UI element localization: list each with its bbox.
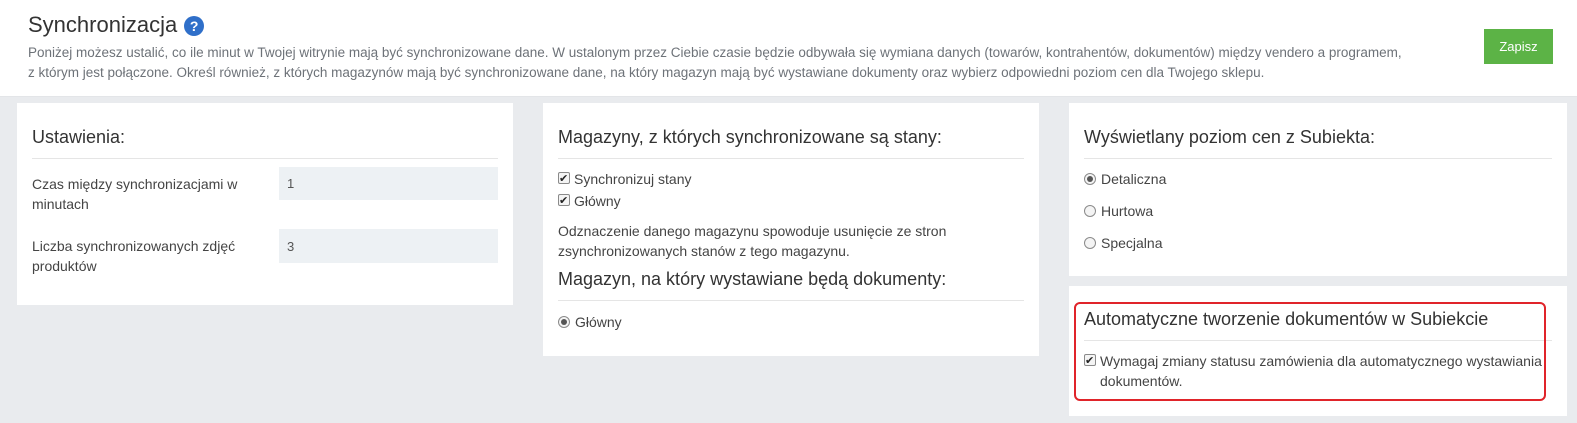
doc-warehouse-label: Główny — [575, 314, 622, 330]
price-radio-retail[interactable]: Detaliczna — [1084, 169, 1166, 189]
photo-count-input[interactable] — [279, 229, 498, 263]
price-radio-wholesale[interactable]: Hurtowa — [1084, 201, 1153, 221]
checkbox-icon[interactable] — [558, 191, 570, 211]
radio-icon[interactable] — [558, 316, 570, 328]
prices-card: Wyświetlany poziom cen z Subiekta: Detal… — [1069, 103, 1567, 276]
price-label-retail: Detaliczna — [1101, 171, 1167, 187]
warehouse-note: Odznaczenie danego magazynu spowoduje us… — [558, 223, 947, 259]
highlight-box — [1074, 302, 1546, 401]
page-header: Synchronizacja ? Poniżej możesz ustalić,… — [0, 0, 1577, 97]
prices-title: Wyświetlany poziom cen z Subiekta: — [1084, 127, 1552, 159]
sync-stock-label: Synchronizuj stany — [574, 171, 692, 187]
checkbox-icon[interactable] — [558, 169, 570, 189]
main-warehouse-label: Główny — [574, 193, 621, 209]
price-label-special: Specjalna — [1101, 235, 1163, 251]
help-icon[interactable]: ? — [184, 16, 205, 36]
main-warehouse-checkbox[interactable]: Główny — [558, 191, 621, 211]
settings-title: Ustawienia: — [32, 127, 498, 159]
doc-warehouse-radio[interactable]: Główny — [558, 312, 622, 332]
photo-count-label: Liczba synchronizowanych zdjęć produktów — [32, 238, 236, 274]
save-button[interactable]: Zapisz — [1484, 29, 1553, 64]
page-description: Poniżej możesz ustalić, co ile minut w T… — [28, 45, 1402, 80]
price-radio-special[interactable]: Specjalna — [1084, 233, 1163, 253]
price-label-wholesale: Hurtowa — [1101, 203, 1154, 219]
radio-icon[interactable] — [1084, 205, 1096, 217]
radio-icon[interactable] — [1084, 173, 1096, 185]
warehouses-title: Magazyny, z których synchronizowane są s… — [558, 127, 1024, 159]
sync-interval-input[interactable] — [279, 167, 498, 200]
doc-warehouse-title: Magazyn, na który wystawiane będą dokume… — [558, 269, 1024, 301]
warehouses-card: Magazyny, z których synchronizowane są s… — [543, 103, 1039, 356]
sync-stock-checkbox[interactable]: Synchronizuj stany — [558, 169, 692, 189]
settings-card: Ustawienia: Czas między synchronizacjami… — [17, 103, 513, 305]
sync-interval-label: Czas między synchronizacjami w minutach — [32, 176, 238, 212]
page-title-text: Synchronizacja — [28, 12, 178, 37]
radio-icon[interactable] — [1084, 237, 1096, 249]
page-title: Synchronizacja ? — [28, 12, 205, 38]
